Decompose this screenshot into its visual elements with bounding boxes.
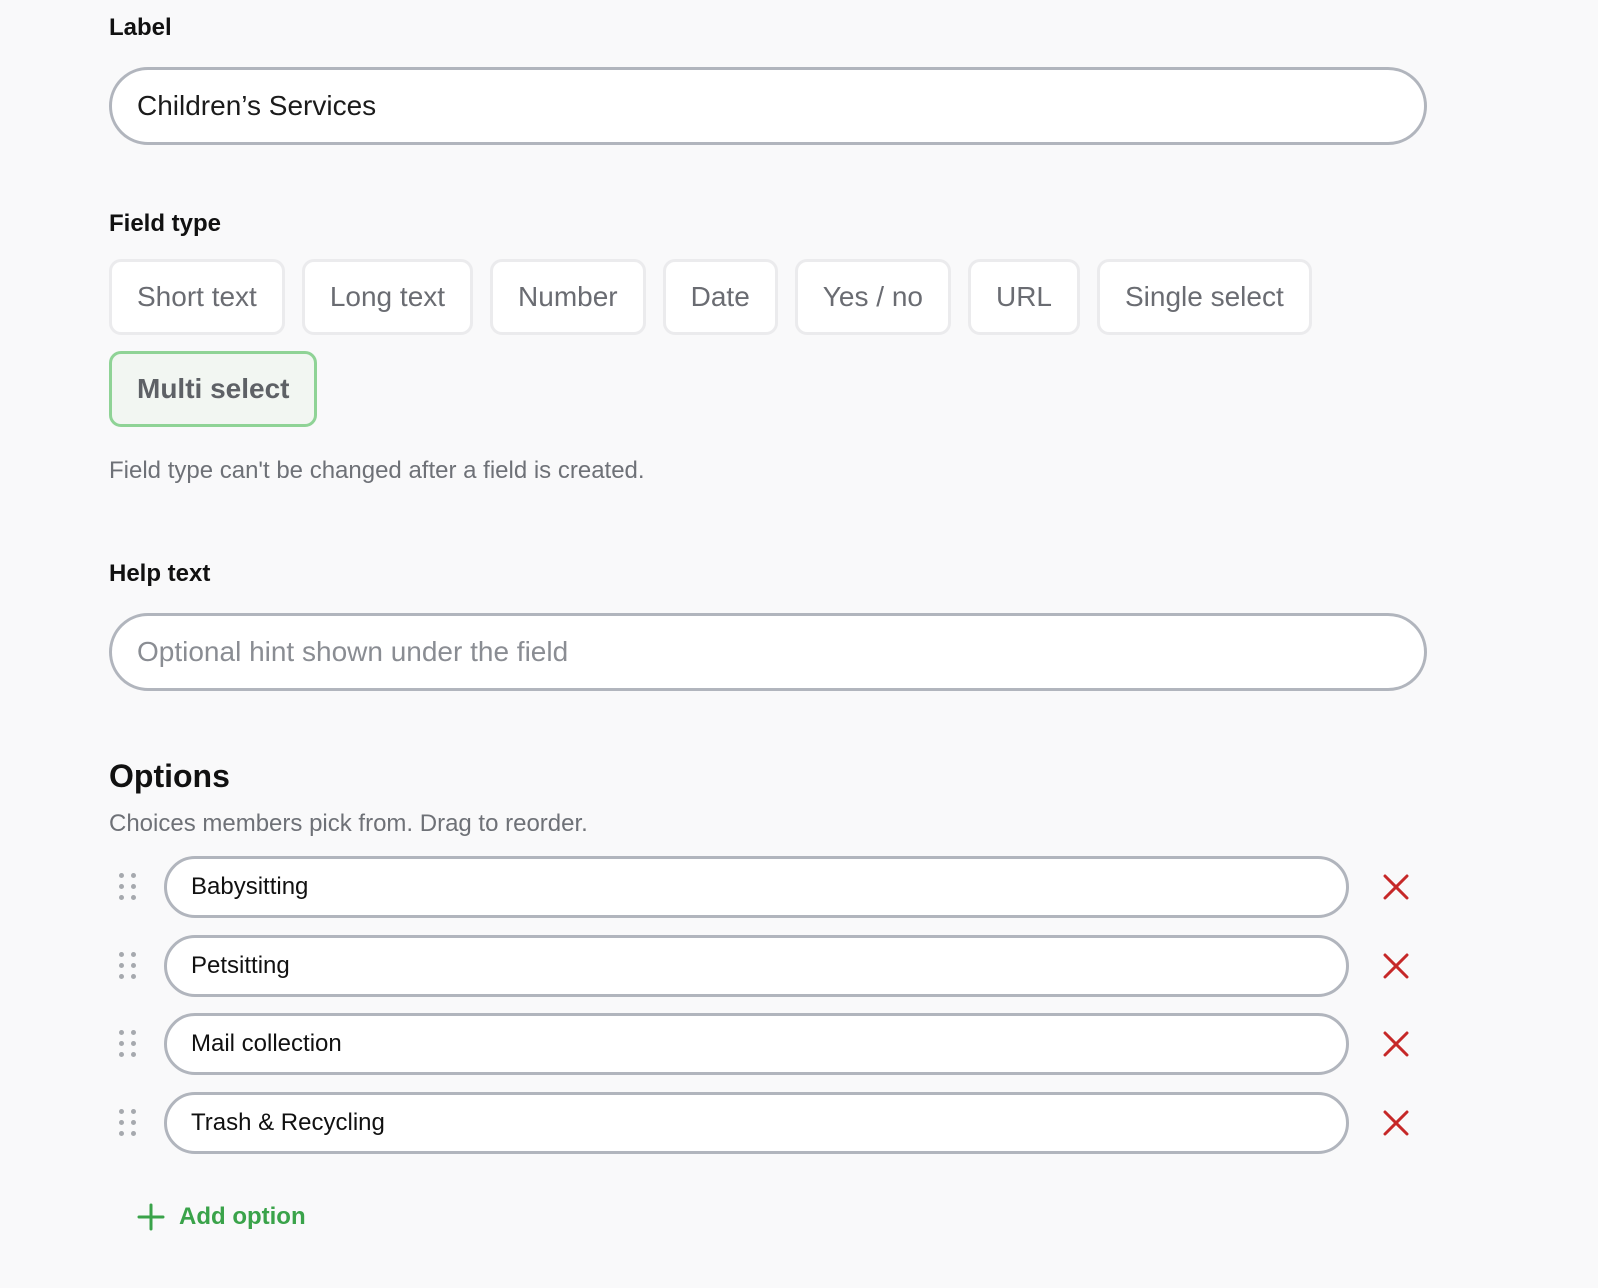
add-option-button[interactable]: Add option (137, 1198, 306, 1236)
remove-option-button[interactable] (1380, 1107, 1412, 1139)
close-icon (1383, 1110, 1409, 1135)
close-icon (1383, 953, 1409, 978)
remove-option-button[interactable] (1380, 1028, 1412, 1060)
drag-handle-icon[interactable] (119, 1108, 137, 1137)
option-input[interactable] (164, 1013, 1349, 1075)
field-type-heading: Field type (109, 210, 222, 237)
option-row (109, 856, 1429, 918)
field-type-multi-select[interactable]: Multi select (109, 351, 318, 427)
add-option-label: Add option (179, 1203, 306, 1230)
remove-option-button[interactable] (1380, 871, 1412, 903)
field-type-chip-group: Short text Long text Number Date Yes / n… (109, 259, 1369, 427)
options-list (109, 856, 1429, 1170)
plus-icon (137, 1203, 165, 1231)
option-input[interactable] (164, 856, 1349, 918)
label-heading: Label (109, 14, 172, 41)
close-icon (1383, 1031, 1409, 1057)
field-type-yes-no[interactable]: Yes / no (794, 259, 951, 335)
field-type-number[interactable]: Number (490, 259, 646, 335)
field-type-short-text[interactable]: Short text (109, 259, 285, 335)
remove-option-button[interactable] (1380, 950, 1412, 982)
field-type-note: Field type can't be changed after a fiel… (109, 457, 645, 484)
close-icon (1383, 874, 1409, 900)
help-text-input[interactable] (109, 613, 1427, 691)
option-row (109, 1013, 1429, 1075)
drag-handle-icon[interactable] (119, 873, 137, 901)
field-type-long-text[interactable]: Long text (301, 259, 474, 335)
drag-handle-icon[interactable] (119, 951, 137, 980)
field-type-single-select[interactable]: Single select (1096, 259, 1312, 335)
drag-handle-icon[interactable] (119, 1030, 137, 1058)
option-row (109, 934, 1429, 997)
field-type-url[interactable]: URL (967, 259, 1080, 335)
option-input[interactable] (164, 934, 1349, 997)
option-row (109, 1091, 1429, 1154)
option-input[interactable] (164, 1091, 1349, 1154)
options-title: Options (109, 758, 230, 794)
options-description: Choices members pick from. Drag to reord… (109, 810, 588, 837)
label-input[interactable] (109, 67, 1427, 145)
help-text-heading: Help text (109, 560, 211, 587)
field-type-date[interactable]: Date (662, 259, 778, 335)
